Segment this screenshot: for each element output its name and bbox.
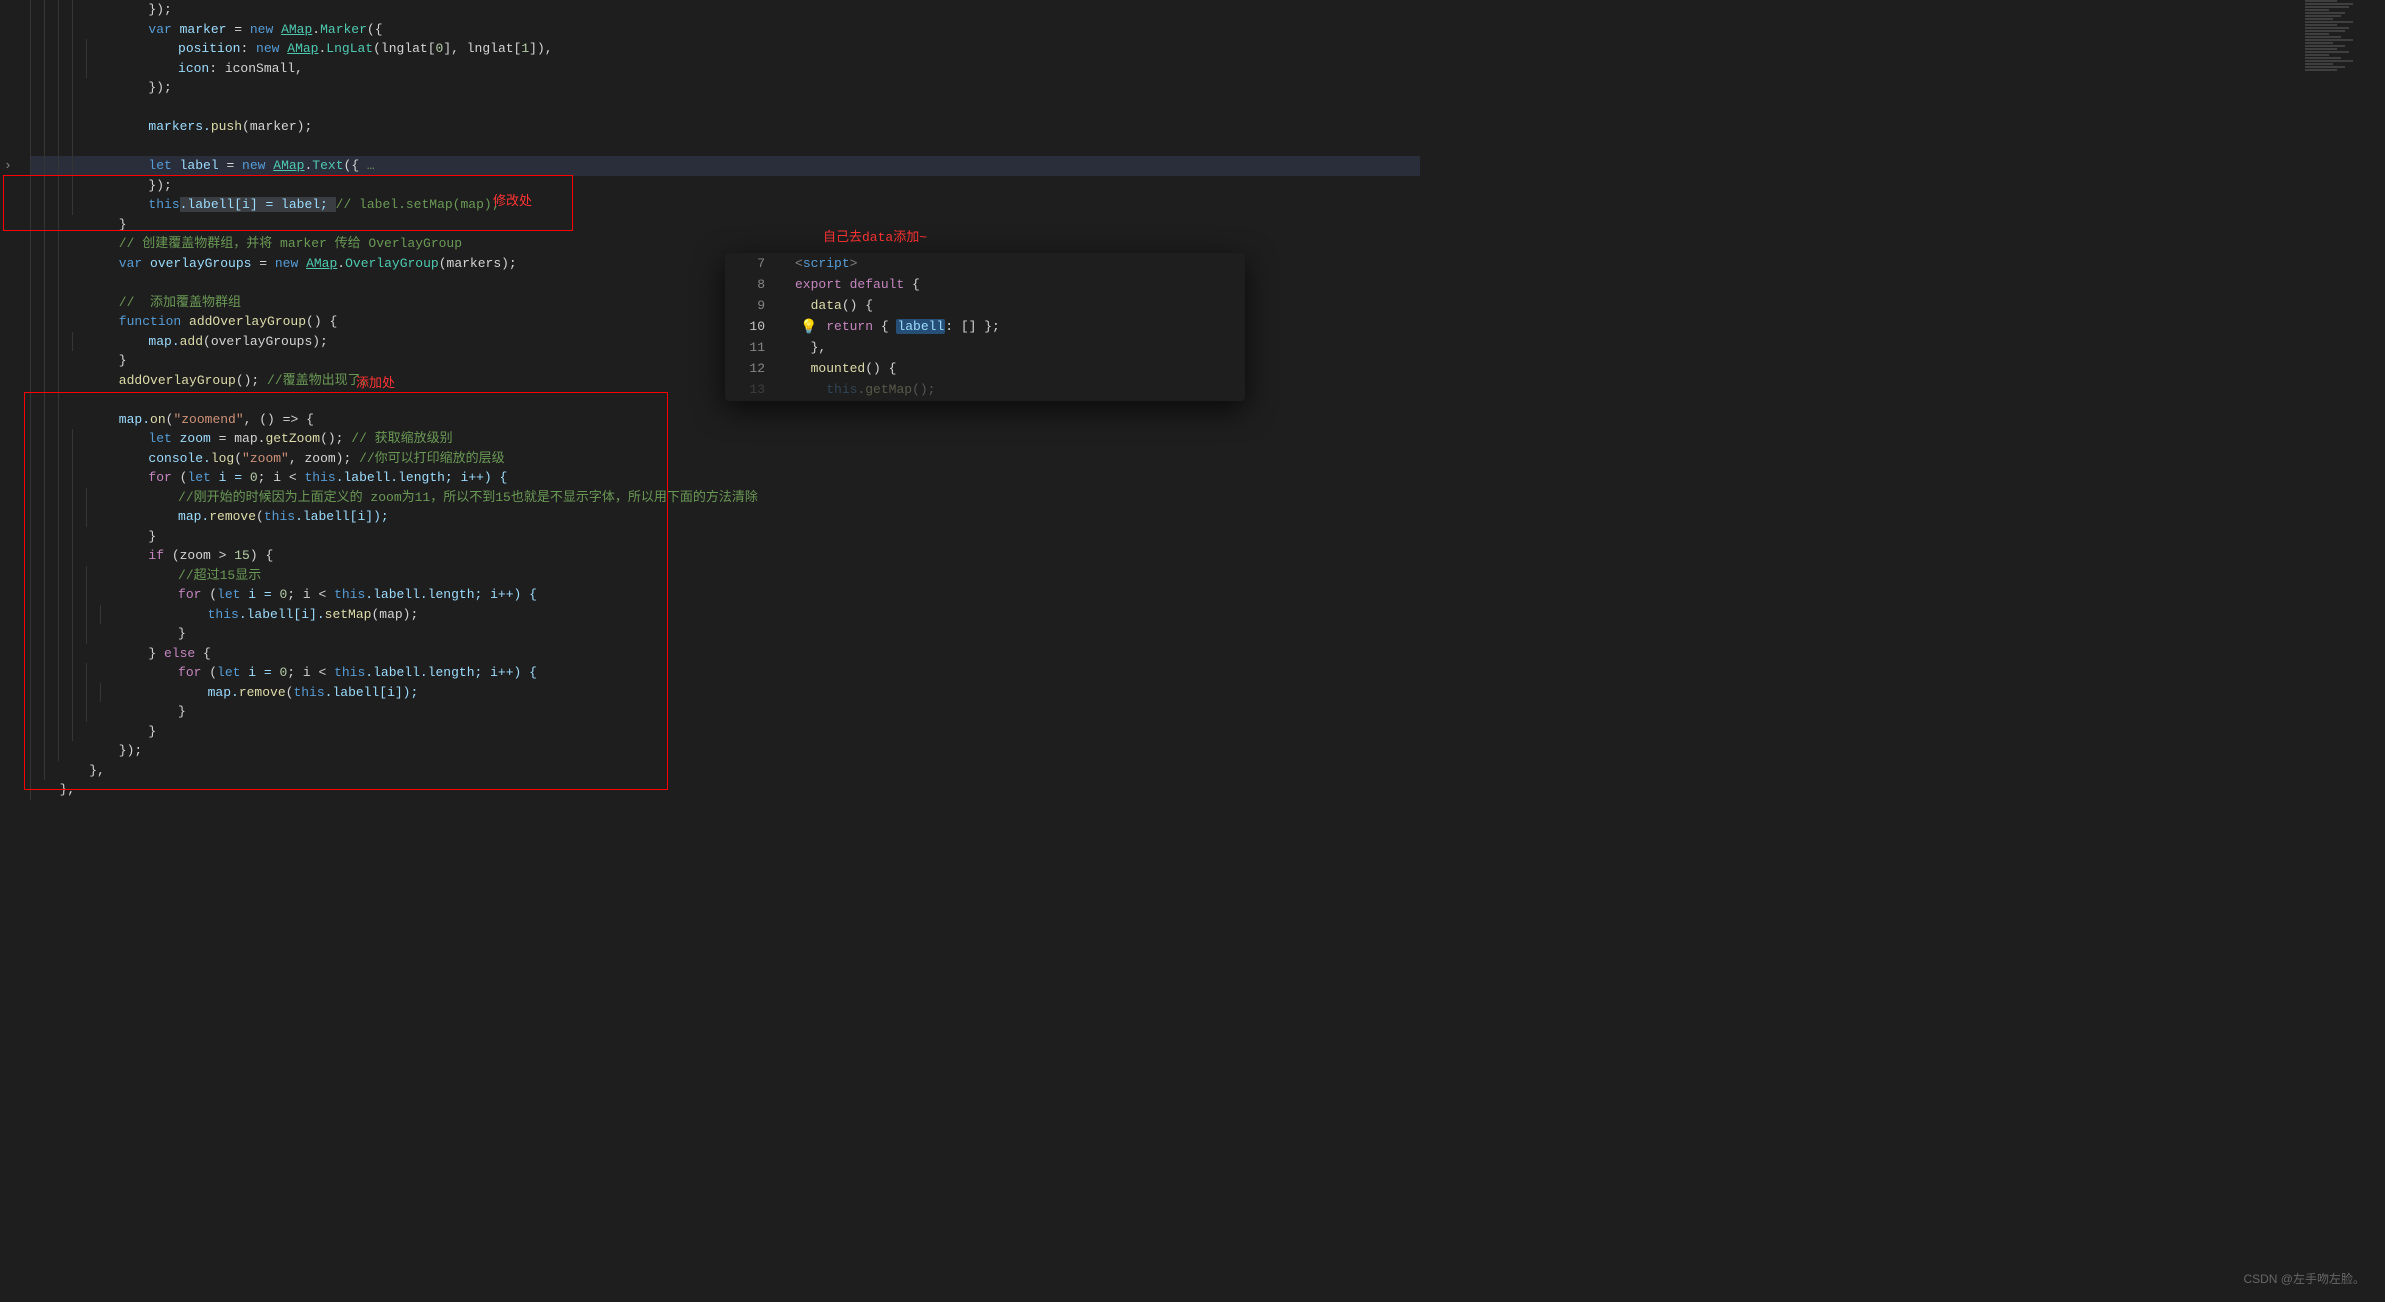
line-number: 8 — [725, 274, 765, 295]
snippet-line-numbers: 7 8 9 10 11 12 13 — [725, 253, 785, 401]
line-number: 13 — [725, 379, 765, 400]
line-number-active: 10 — [725, 316, 765, 337]
fold-arrow-icon[interactable]: › — [4, 158, 12, 173]
line-number: 7 — [725, 253, 765, 274]
watermark: CSDN @左手吻左脸。 — [2243, 1270, 2365, 1287]
main-code-editor[interactable]: › }); var marker = new AMap.Marker({ pos… — [0, 0, 1420, 1302]
annotation-modify: 修改处 — [493, 190, 532, 209]
minimap[interactable] — [2305, 0, 2385, 150]
line-number: 9 — [725, 295, 765, 316]
code-text: }); — [86, 2, 172, 17]
line-number: 12 — [725, 358, 765, 379]
annotation-add: 添加处 — [356, 372, 395, 391]
editor-gutter: › — [0, 0, 20, 1302]
snippet-code[interactable]: <script> export default { data() { retur… — [795, 253, 1000, 400]
snippet-panel: 7 8 9 10 11 12 13 💡 <script> export defa… — [725, 253, 1245, 401]
annotation-data-add: 自己去data添加~ — [823, 226, 927, 245]
line-number: 11 — [725, 337, 765, 358]
